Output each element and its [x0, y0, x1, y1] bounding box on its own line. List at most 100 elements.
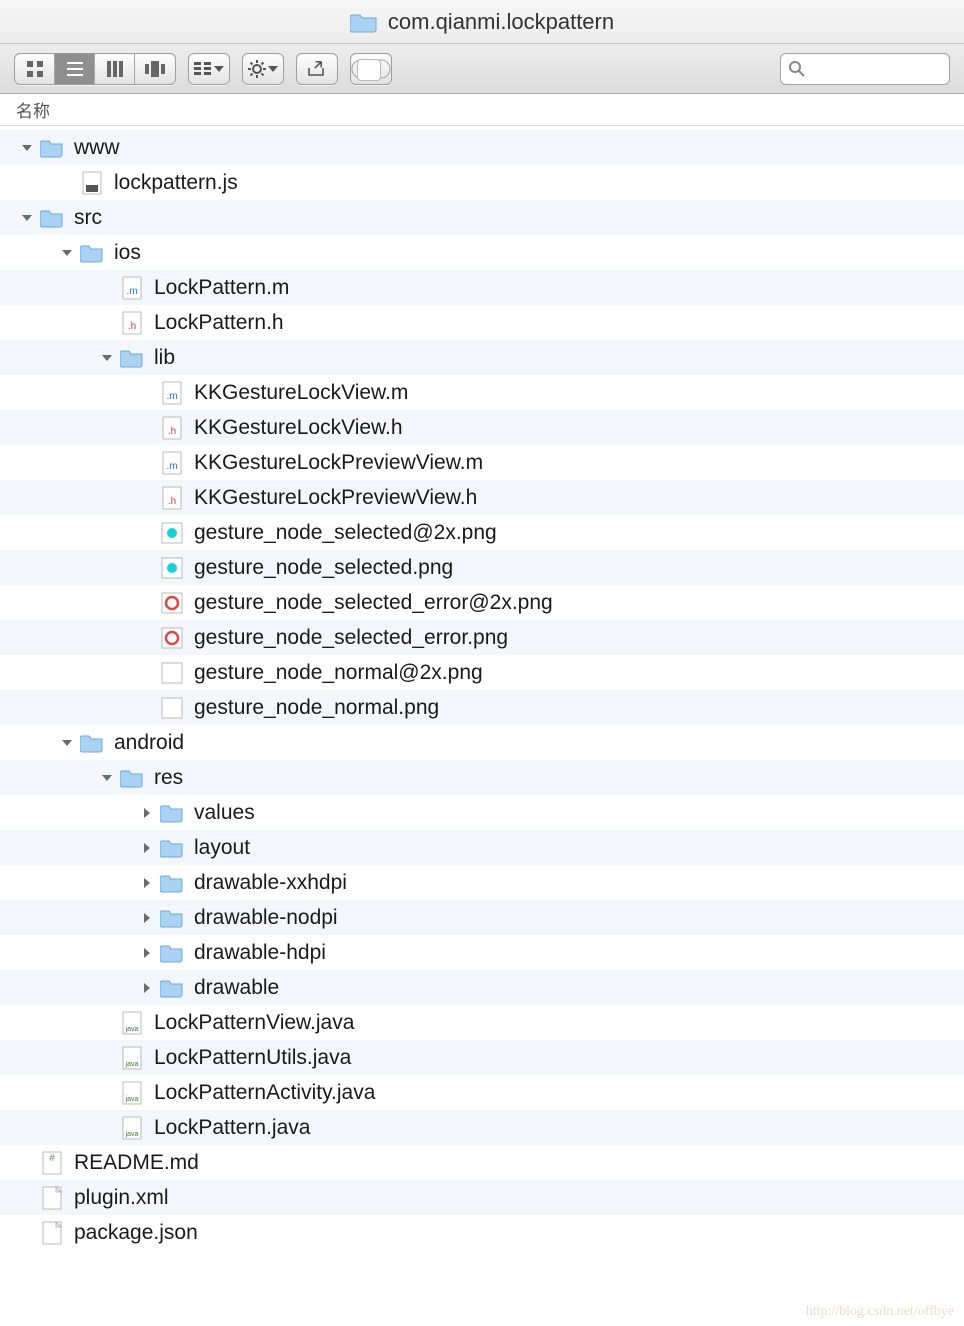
share-icon	[307, 61, 327, 77]
file-icon	[38, 1221, 66, 1245]
folder-row[interactable]: drawable-hdpi	[0, 935, 964, 970]
folder-row[interactable]: android	[0, 725, 964, 760]
item-label: drawable-hdpi	[194, 941, 326, 965]
file-row[interactable]: .m KKGestureLockView.m	[0, 375, 964, 410]
edit-tags-button[interactable]	[351, 54, 391, 84]
file-icon	[158, 557, 186, 579]
disclosure-triangle[interactable]	[56, 737, 78, 749]
disclosure-triangle[interactable]	[96, 772, 118, 784]
search-field[interactable]	[780, 53, 950, 85]
svg-text:.h: .h	[128, 321, 136, 332]
folder-row[interactable]: lib	[0, 340, 964, 375]
folder-icon	[158, 978, 186, 998]
file-row[interactable]: #README.md	[0, 1145, 964, 1180]
arrange-button[interactable]	[189, 54, 229, 84]
file-row[interactable]: javaLockPattern.java	[0, 1110, 964, 1145]
file-row[interactable]: .hKKGestureLockPreviewView.h	[0, 480, 964, 515]
gear-icon	[248, 60, 266, 78]
disclosure-triangle[interactable]	[136, 912, 158, 924]
file-row[interactable]: gesture_node_selected_error@2x.png	[0, 585, 964, 620]
file-row[interactable]: gesture_node_selected.png	[0, 550, 964, 585]
folder-icon	[158, 838, 186, 858]
file-icon	[78, 171, 106, 195]
file-row[interactable]: gesture_node_selected_error.png	[0, 620, 964, 655]
disclosure-triangle[interactable]	[136, 842, 158, 854]
folder-row[interactable]: drawable-xxhdpi	[0, 865, 964, 900]
file-row[interactable]: .m KKGestureLockPreviewView.m	[0, 445, 964, 480]
chevron-down-icon	[268, 66, 278, 72]
item-label: gesture_node_selected.png	[194, 556, 453, 580]
view-mode-segmented[interactable]	[14, 53, 176, 85]
action-button-group[interactable]	[242, 53, 284, 85]
disclosure-triangle[interactable]	[136, 877, 158, 889]
item-label: gesture_node_selected@2x.png	[194, 521, 497, 545]
item-label: KKGestureLockView.m	[194, 381, 408, 405]
svg-text:.m: .m	[126, 286, 137, 297]
item-label: gesture_node_selected_error@2x.png	[194, 591, 553, 615]
column-view-button[interactable]	[95, 54, 135, 84]
item-label: LockPattern.h	[154, 311, 284, 335]
column-header[interactable]: 名称	[0, 94, 964, 126]
item-label: gesture_node_selected_error.png	[194, 626, 508, 650]
list-view-button[interactable]	[55, 54, 95, 84]
file-row[interactable]: .h LockPattern.h	[0, 305, 964, 340]
file-icon: .m	[158, 381, 186, 405]
folder-row[interactable]: res	[0, 760, 964, 795]
file-row[interactable]: javaLockPatternView.java	[0, 1005, 964, 1040]
svg-text:.h: .h	[168, 426, 176, 437]
share-button-group[interactable]	[296, 53, 338, 85]
item-label: drawable-xxhdpi	[194, 871, 347, 895]
folder-icon	[78, 243, 106, 263]
share-button[interactable]	[297, 54, 337, 84]
item-label: drawable-nodpi	[194, 906, 338, 930]
folder-row[interactable]: ios	[0, 235, 964, 270]
disclosure-triangle[interactable]	[136, 947, 158, 959]
file-row[interactable]: javaLockPatternUtils.java	[0, 1040, 964, 1075]
folder-row[interactable]: drawable	[0, 970, 964, 1005]
disclosure-triangle[interactable]	[16, 212, 38, 224]
svg-text:java: java	[125, 1131, 139, 1138]
disclosure-triangle[interactable]	[96, 352, 118, 364]
file-row[interactable]: gesture_node_normal.png	[0, 690, 964, 725]
folder-icon	[158, 943, 186, 963]
file-row[interactable]: lockpattern.js	[0, 165, 964, 200]
disclosure-triangle[interactable]	[136, 982, 158, 994]
disclosure-triangle[interactable]	[56, 247, 78, 259]
coverflow-view-button[interactable]	[135, 54, 175, 84]
svg-text:.m: .m	[166, 461, 177, 472]
folder-row[interactable]: layout	[0, 830, 964, 865]
item-label: KKGestureLockView.h	[194, 416, 403, 440]
file-icon	[158, 627, 186, 649]
arrange-button-group[interactable]	[188, 53, 230, 85]
search-icon	[789, 61, 805, 77]
folder-icon	[118, 348, 146, 368]
disclosure-triangle[interactable]	[136, 807, 158, 819]
item-label: LockPatternView.java	[154, 1011, 354, 1035]
file-row[interactable]: package.json	[0, 1215, 964, 1250]
search-input[interactable]	[811, 58, 941, 79]
folder-icon	[118, 768, 146, 788]
file-row[interactable]: gesture_node_selected@2x.png	[0, 515, 964, 550]
file-row[interactable]: .h KKGestureLockView.h	[0, 410, 964, 445]
file-row[interactable]: gesture_node_normal@2x.png	[0, 655, 964, 690]
disclosure-triangle[interactable]	[16, 142, 38, 154]
item-label: ios	[114, 241, 141, 265]
icon-view-button[interactable]	[15, 54, 55, 84]
tags-button-group[interactable]	[350, 53, 392, 85]
folder-icon	[158, 873, 186, 893]
column-name-header[interactable]: 名称	[16, 97, 50, 122]
folder-row[interactable]: drawable-nodpi	[0, 900, 964, 935]
file-row[interactable]: .mLockPattern.m	[0, 270, 964, 305]
folder-row[interactable]: src	[0, 200, 964, 235]
item-label: layout	[194, 836, 250, 860]
item-label: KKGestureLockPreviewView.m	[194, 451, 483, 475]
svg-text:.h: .h	[168, 496, 176, 507]
file-row[interactable]: plugin.xml	[0, 1180, 964, 1215]
folder-row[interactable]: www	[0, 130, 964, 165]
folder-row[interactable]: values	[0, 795, 964, 830]
file-row[interactable]: javaLockPatternActivity.java	[0, 1075, 964, 1110]
file-icon	[158, 592, 186, 614]
action-button[interactable]	[243, 54, 283, 84]
svg-text:.m: .m	[166, 391, 177, 402]
window-titlebar: com.qianmi.lockpattern	[0, 0, 964, 44]
